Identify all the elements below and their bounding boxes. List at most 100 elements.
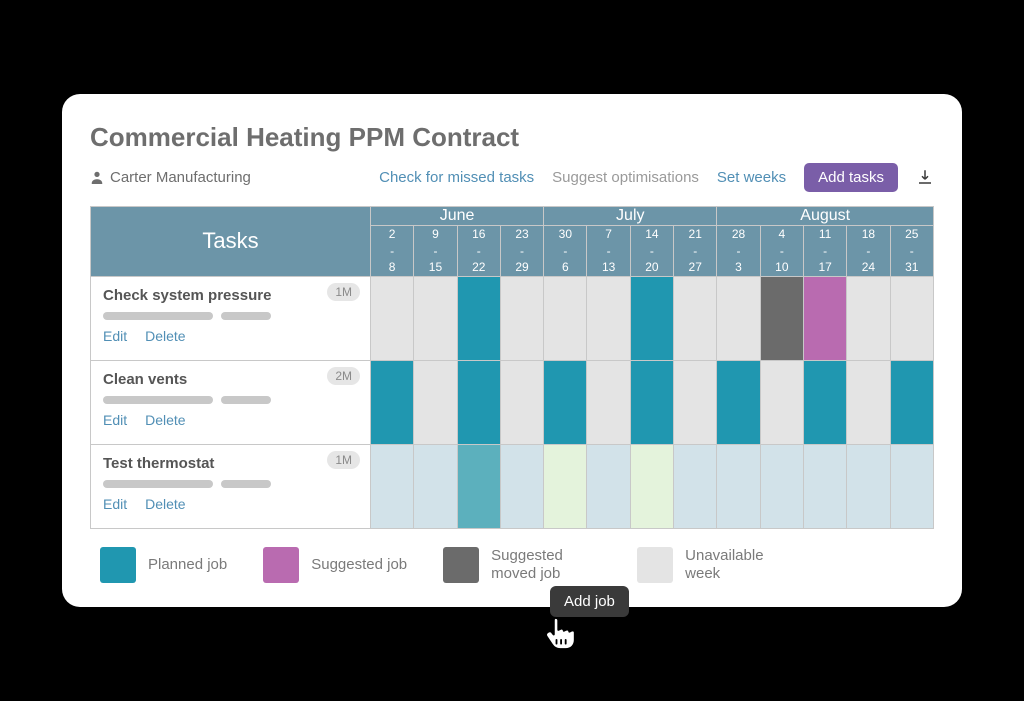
week-header: 21 - 27: [674, 225, 717, 276]
suggest-opt-link[interactable]: Suggest optimisations: [552, 169, 699, 186]
client-label: Carter Manufacturing: [90, 169, 251, 186]
week-header: 14 - 20: [630, 225, 673, 276]
task-title: Test thermostat: [103, 455, 358, 472]
week-header: 4 - 10: [760, 225, 803, 276]
swatch-planned: [100, 547, 136, 583]
task-row: Clean vents2M Edit Delete: [91, 361, 934, 445]
set-weeks-link[interactable]: Set weeks: [717, 169, 786, 186]
week-header: 18 - 24: [847, 225, 890, 276]
plan-cell[interactable]: [760, 277, 803, 361]
week-header: 9 - 15: [414, 225, 457, 276]
swatch-moved: [443, 547, 479, 583]
edit-link[interactable]: Edit: [103, 412, 127, 428]
plan-cell[interactable]: [371, 445, 414, 529]
legend-unavailable: Unavailable week: [637, 547, 795, 583]
pointer-cursor-icon: [540, 606, 584, 650]
placeholder-text: [103, 480, 358, 488]
plan-cell[interactable]: [803, 361, 846, 445]
month-header: July: [544, 206, 717, 225]
plan-cell[interactable]: [847, 277, 890, 361]
task-row: Check system pressure1M Edit Delete: [91, 277, 934, 361]
edit-link[interactable]: Edit: [103, 496, 127, 512]
plan-cell[interactable]: [803, 445, 846, 529]
swatch-suggested: [263, 547, 299, 583]
add-tasks-button[interactable]: Add tasks: [804, 163, 898, 192]
task-row: Test thermostat1M Edit Delete: [91, 445, 934, 529]
task-title: Clean vents: [103, 371, 358, 388]
plan-cell[interactable]: [847, 445, 890, 529]
plan-cell[interactable]: [587, 361, 630, 445]
page-title: Commercial Heating PPM Contract: [90, 122, 934, 153]
delete-link[interactable]: Delete: [145, 412, 185, 428]
placeholder-text: [103, 396, 358, 404]
task-frequency-badge: 1M: [327, 451, 360, 469]
legend-planned: Planned job: [100, 547, 227, 583]
plan-cell[interactable]: [630, 445, 673, 529]
plan-cell[interactable]: [717, 361, 760, 445]
task-frequency-badge: 1M: [327, 283, 360, 301]
plan-cell[interactable]: [890, 445, 933, 529]
legend-suggested: Suggested job: [263, 547, 407, 583]
week-header: 28 - 3: [717, 225, 760, 276]
task-frequency-badge: 2M: [327, 367, 360, 385]
task-cell: Test thermostat1M Edit Delete: [91, 445, 371, 529]
plan-cell[interactable]: [760, 361, 803, 445]
planner-card: Commercial Heating PPM Contract Carter M…: [62, 94, 962, 607]
task-cell: Clean vents2M Edit Delete: [91, 361, 371, 445]
plan-cell[interactable]: [803, 277, 846, 361]
client-name: Carter Manufacturing: [110, 169, 251, 186]
week-header: 25 - 31: [890, 225, 933, 276]
placeholder-text: [103, 312, 358, 320]
month-header: August: [717, 206, 934, 225]
download-icon[interactable]: [916, 168, 934, 186]
plan-cell[interactable]: [847, 361, 890, 445]
plan-cell[interactable]: [457, 445, 500, 529]
plan-cell[interactable]: [500, 361, 543, 445]
plan-cell[interactable]: [587, 445, 630, 529]
legend-moved: Suggested moved job: [443, 547, 601, 583]
delete-link[interactable]: Delete: [145, 328, 185, 344]
plan-cell[interactable]: [457, 361, 500, 445]
plan-cell[interactable]: [414, 277, 457, 361]
legend: Planned job Suggested job Suggested move…: [90, 547, 934, 583]
planner-grid: Tasks June July August 2 - 8 9 - 15 16 -…: [90, 206, 934, 529]
plan-cell[interactable]: [674, 361, 717, 445]
edit-link[interactable]: Edit: [103, 328, 127, 344]
task-cell: Check system pressure1M Edit Delete: [91, 277, 371, 361]
week-header: 2 - 8: [371, 225, 414, 276]
check-missed-link[interactable]: Check for missed tasks: [379, 169, 534, 186]
plan-cell[interactable]: [500, 445, 543, 529]
plan-cell[interactable]: [544, 445, 587, 529]
plan-cell[interactable]: [717, 277, 760, 361]
swatch-unavailable: [637, 547, 673, 583]
plan-cell[interactable]: [760, 445, 803, 529]
plan-cell[interactable]: [890, 361, 933, 445]
toolbar: Carter Manufacturing Check for missed ta…: [90, 163, 934, 192]
plan-cell[interactable]: [457, 277, 500, 361]
add-job-tooltip: Add job: [550, 586, 629, 617]
week-header: 11 - 17: [803, 225, 846, 276]
week-header: 7 - 13: [587, 225, 630, 276]
plan-cell[interactable]: [630, 361, 673, 445]
plan-cell[interactable]: [414, 445, 457, 529]
plan-cell[interactable]: [371, 277, 414, 361]
plan-cell[interactable]: [587, 277, 630, 361]
person-icon: [90, 170, 104, 184]
plan-cell[interactable]: [630, 277, 673, 361]
plan-cell[interactable]: [414, 361, 457, 445]
delete-link[interactable]: Delete: [145, 496, 185, 512]
plan-cell[interactable]: [674, 277, 717, 361]
plan-cell[interactable]: [890, 277, 933, 361]
plan-cell[interactable]: [371, 361, 414, 445]
month-header: June: [371, 206, 544, 225]
week-header: 30 - 6: [544, 225, 587, 276]
plan-cell[interactable]: [674, 445, 717, 529]
week-header: 23 - 29: [500, 225, 543, 276]
plan-cell[interactable]: [500, 277, 543, 361]
plan-cell[interactable]: [717, 445, 760, 529]
planner-grid-wrap: Tasks June July August 2 - 8 9 - 15 16 -…: [90, 206, 934, 529]
task-title: Check system pressure: [103, 287, 358, 304]
plan-cell[interactable]: [544, 361, 587, 445]
plan-cell[interactable]: [544, 277, 587, 361]
week-header: 16 - 22: [457, 225, 500, 276]
